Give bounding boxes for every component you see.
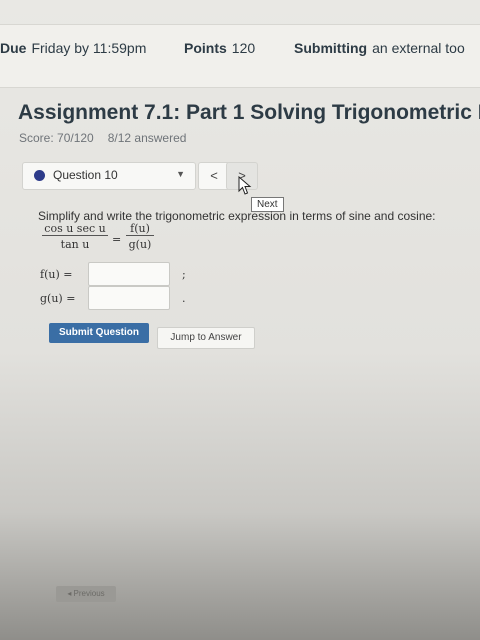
rhs-numerator: f(u) (126, 222, 154, 236)
f-terminator: ; (182, 268, 186, 281)
points-label: Points (184, 40, 227, 56)
due-label: Due (0, 40, 27, 56)
rhs-fraction: f(u) g(u) (126, 222, 154, 251)
score-value: Score: 70/120 (19, 131, 94, 145)
submitting-value: an external too (372, 40, 465, 56)
due-info: Due Friday by 11:59pm (0, 40, 146, 56)
points-info: Points 120 (184, 40, 255, 56)
lhs-fraction: cos u sec u tan u (42, 222, 108, 251)
question-select[interactable]: Question 10 ▼ (22, 162, 196, 190)
chevron-down-icon: ▼ (176, 169, 185, 179)
f-answer-input[interactable] (88, 262, 170, 286)
due-value: Friday by 11:59pm (31, 40, 147, 56)
rhs-denominator: g(u) (128, 238, 152, 251)
score-line: Score: 70/120 8/12 answered (19, 131, 186, 145)
lhs-denominator: tan u (60, 238, 90, 251)
g-label: g(u) = (40, 292, 76, 305)
equals-sign: = (112, 233, 122, 246)
g-terminator: . (182, 292, 186, 305)
question-prompt: Simplify and write the trigonometric exp… (38, 209, 436, 223)
question-status-dot (34, 170, 45, 181)
previous-button[interactable]: ◂ Previous (56, 586, 116, 602)
page-title: Assignment 7.1: Part 1 Solving Trigonome… (18, 101, 480, 124)
lhs-numerator: cos u sec u (42, 222, 108, 236)
submitting-label: Submitting (294, 40, 368, 56)
equation: cos u sec u tan u = f(u) g(u) (40, 222, 190, 262)
points-value: 120 (231, 40, 256, 56)
mouse-cursor-icon (238, 176, 252, 195)
submit-question-button[interactable]: Submit Question (49, 323, 149, 343)
submitting-info: Submitting an external too (294, 40, 465, 56)
g-answer-input[interactable] (88, 286, 170, 310)
f-label: f(u) = (40, 268, 73, 281)
question-select-label: Question 10 (53, 168, 118, 182)
assignment-details-bar (0, 24, 480, 88)
jump-to-answer-button[interactable]: Jump to Answer (157, 327, 255, 349)
answered-count: 8/12 answered (107, 131, 187, 145)
